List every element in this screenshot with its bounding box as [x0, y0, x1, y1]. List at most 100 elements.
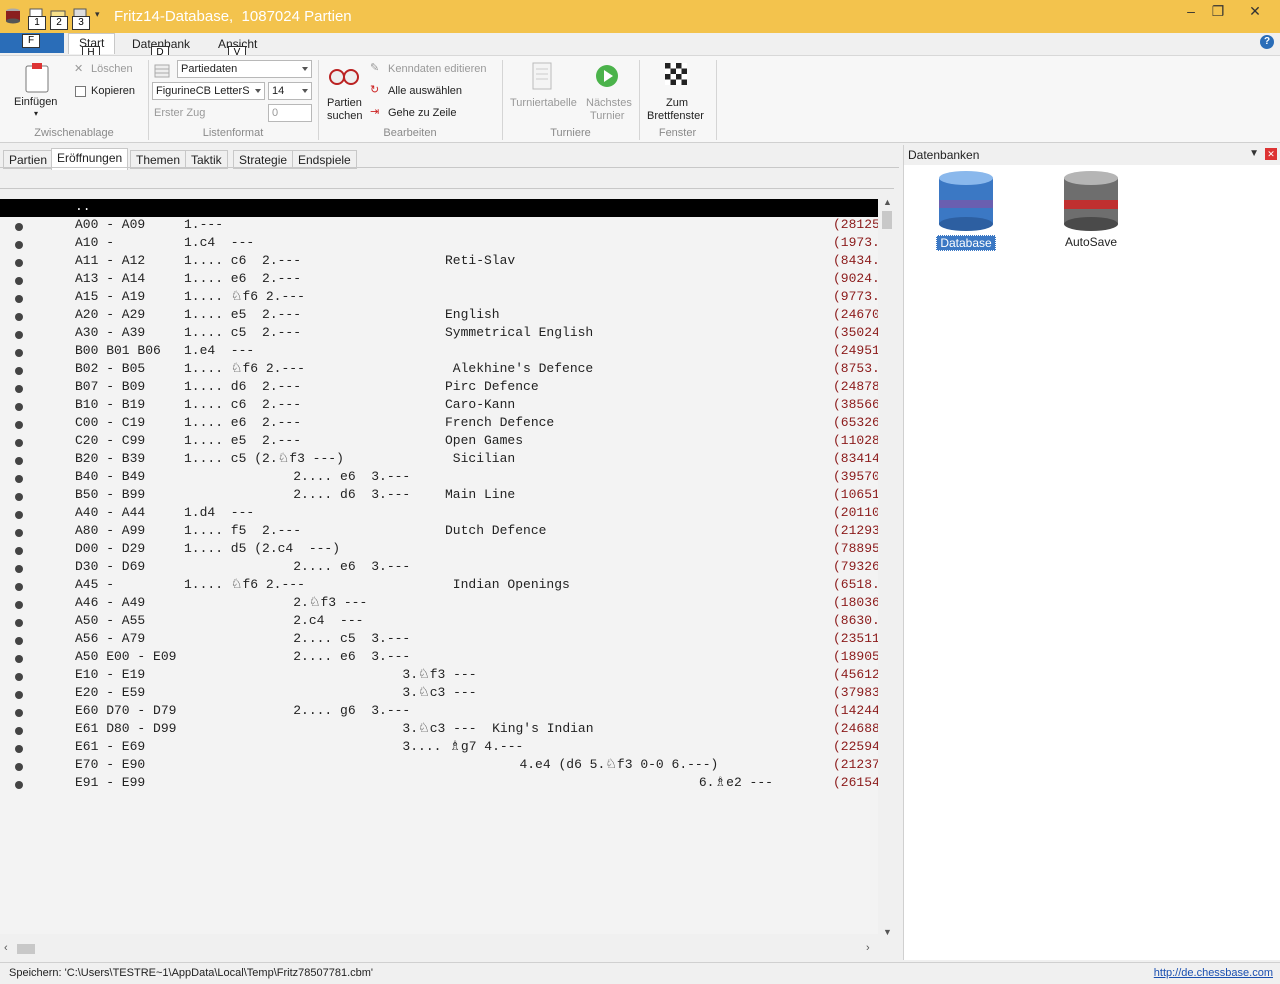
panel-close-icon[interactable]: ✕: [1265, 148, 1277, 160]
to-board-label-1[interactable]: Zum: [666, 97, 688, 109]
list-item[interactable]: B00 B01 B06 1.e4 --- (24951: [0, 343, 878, 361]
list-item[interactable]: A13 - A14 1.... e6 2.--- (9024.: [0, 271, 878, 289]
eco-code: E91 - E99: [75, 775, 146, 790]
list-item[interactable]: B40 - B49 2.... e6 3.--- (39570: [0, 469, 878, 487]
font-combo[interactable]: FigurineCB LetterS: [152, 82, 265, 100]
scroll-right-icon[interactable]: ›: [866, 942, 870, 954]
list-item[interactable]: A80 - A99 1.... f5 2.--- Dutch Defence (212…: [0, 523, 878, 541]
help-icon[interactable]: ?: [1260, 35, 1274, 49]
game-count: (23511: [833, 631, 878, 646]
eco-code: A50 E00 - E09: [75, 649, 177, 664]
list-item[interactable]: A30 - A39 1.... c5 2.--- Symmetrical Engli…: [0, 325, 878, 343]
list-item[interactable]: E10 - E19 3.♘f3 --- (45612: [0, 667, 878, 685]
list-item[interactable]: A10 - 1.c4 --- (1973.: [0, 235, 878, 253]
view-combo[interactable]: Partiedaten: [177, 60, 312, 78]
list-item[interactable]: A40 - A44 1.d4 --- (20110: [0, 505, 878, 523]
eco-code: A30 - A39: [75, 325, 146, 340]
list-item[interactable]: A15 - A19 1.... ♘f6 2.--- (9773.: [0, 289, 878, 307]
list-item[interactable]: A20 - A29 1.... e5 2.--- English (24670: [0, 307, 878, 325]
vertical-scroll-thumb[interactable]: [882, 211, 892, 229]
list-item[interactable]: D30 - D69 2.... e6 3.--- (79326: [0, 559, 878, 577]
quick-access-dropdown-icon[interactable]: ▾: [95, 9, 100, 20]
game-count: (21293: [833, 523, 878, 538]
opening-name: Reti-Slav: [445, 253, 516, 268]
chessboard-icon[interactable]: [665, 63, 687, 85]
close-button[interactable]: ✕: [1240, 2, 1270, 22]
list-item[interactable]: E91 - E99 6.♗e2 --- (26154: [0, 775, 878, 793]
copy-checkbox[interactable]: [75, 86, 86, 97]
first-move-spinner[interactable]: 0: [268, 104, 312, 122]
list-item[interactable]: E20 - E59 3.♘c3 --- (37983: [0, 685, 878, 703]
tournament-table-button[interactable]: Turniertabelle: [510, 97, 577, 109]
search-games-icon[interactable]: [328, 64, 360, 90]
list-header-row[interactable]: ..: [0, 199, 878, 217]
list-item[interactable]: B02 - B05 1.... ♘f6 2.--- Alekhine's Defe…: [0, 361, 878, 379]
move-sequence: 1.... c5 (2.♘f3 ---): [184, 451, 344, 466]
list-item[interactable]: A45 - 1.... ♘f6 2.--- Indian Openings (651…: [0, 577, 878, 595]
to-board-label-2[interactable]: Brettfenster: [647, 110, 704, 122]
eco-code: B00 B01 B06: [75, 343, 161, 358]
vertical-scrollbar[interactable]: ▲ ▼: [880, 197, 894, 939]
paste-dropdown-icon[interactable]: ▾: [34, 109, 38, 118]
database-item-database[interactable]: Database: [934, 170, 998, 251]
database-app-icon[interactable]: [4, 7, 22, 25]
list-item[interactable]: D00 - D29 1.... d5 (2.c4 ---) (78895: [0, 541, 878, 559]
scroll-up-icon[interactable]: ▲: [883, 197, 892, 207]
opening-tree-list[interactable]: .. A00 - A09 1.--- (28125 A10 - 1.c4 --- (197…: [0, 199, 878, 934]
list-item[interactable]: E61 - E69 3.... ♗g7 4.--- (22594: [0, 739, 878, 757]
tournament-table-icon[interactable]: [531, 62, 553, 90]
next-tournament-label-2[interactable]: Turnier: [590, 110, 624, 122]
chessbase-link[interactable]: http://de.chessbase.com: [1154, 967, 1273, 979]
search-games-label-1[interactable]: Partien: [327, 97, 362, 109]
bullet-icon: [15, 385, 23, 393]
search-games-label-2[interactable]: suchen: [327, 110, 362, 122]
size-combo[interactable]: 14: [268, 82, 312, 100]
list-item[interactable]: A00 - A09 1.--- (28125: [0, 217, 878, 235]
horizontal-scrollbar[interactable]: ‹ ›: [0, 942, 880, 956]
list-item[interactable]: C00 - C19 1.... e6 2.--- French Defence (65…: [0, 415, 878, 433]
clipboard-icon[interactable]: [24, 62, 50, 94]
next-tournament-label-1[interactable]: Nächstes: [586, 97, 632, 109]
select-all-button[interactable]: Alle auswählen: [388, 85, 462, 97]
divider: [0, 188, 894, 189]
list-item[interactable]: A50 E00 - E09 2.... e6 3.--- (18905: [0, 649, 878, 667]
move-sequence: 1.... ♘f6 2.---: [184, 361, 305, 376]
bullet-icon: [15, 403, 23, 411]
opening-name: Caro-Kann: [445, 397, 516, 412]
list-item[interactable]: C20 - C99 1.... e5 2.--- Open Games (11028: [0, 433, 878, 451]
paste-button[interactable]: Einfügen: [14, 96, 57, 108]
list-item[interactable]: A50 - A55 2.c4 --- (8630.: [0, 613, 878, 631]
next-tournament-icon[interactable]: [595, 64, 619, 88]
list-item[interactable]: A56 - A79 2.... c5 3.--- (23511: [0, 631, 878, 649]
bullet-icon: [15, 349, 23, 357]
database-item-autosave[interactable]: AutoSave: [1059, 170, 1123, 249]
game-count: (14244: [833, 703, 878, 718]
copy-button[interactable]: Kopieren: [91, 85, 135, 97]
bullet-icon: [15, 781, 23, 789]
file-tab[interactable]: F: [0, 33, 64, 53]
list-item[interactable]: B07 - B09 1.... d6 2.--- Pirc Defence (2487…: [0, 379, 878, 397]
eco-code: E20 - E59: [75, 685, 146, 700]
list-item[interactable]: E61 D80 - D99 3.♘c3 --- King's Indian (24…: [0, 721, 878, 739]
horizontal-scroll-thumb[interactable]: [17, 944, 35, 954]
delete-icon: ✕: [74, 63, 84, 75]
list-item[interactable]: A11 - A12 1.... c6 2.--- Reti-Slav (8434.: [0, 253, 878, 271]
edit-key-data-button[interactable]: Kenndaten editieren: [388, 63, 486, 75]
databases-panel: Datenbanken ▼ ✕ Database AutoSave: [903, 145, 1280, 960]
scroll-left-icon[interactable]: ‹: [4, 942, 8, 954]
list-item[interactable]: B20 - B39 1.... c5 (2.♘f3 ---) Sicilian (8…: [0, 451, 878, 469]
list-item[interactable]: B50 - B99 2.... d6 3.--- Main Line (10651: [0, 487, 878, 505]
minimize-button[interactable]: ‒: [1176, 2, 1206, 22]
delete-button[interactable]: Löschen: [91, 63, 133, 75]
game-count: (18036: [833, 595, 878, 610]
list-item[interactable]: E70 - E90 4.e4 (d6 5.♘f3 0-0 6.---) (2123…: [0, 757, 878, 775]
list-item[interactable]: B10 - B19 1.... c6 2.--- Caro-Kann (38566: [0, 397, 878, 415]
restore-button[interactable]: ❐: [1203, 2, 1233, 22]
move-sequence: 1.... e5 2.---: [184, 307, 302, 322]
goto-line-button[interactable]: Gehe zu Zeile: [388, 107, 456, 119]
list-item[interactable]: E60 D70 - D79 2.... g6 3.--- (14244: [0, 703, 878, 721]
chevron-down-icon: [302, 89, 308, 93]
list-item[interactable]: A46 - A49 2.♘f3 --- (18036: [0, 595, 878, 613]
scroll-down-icon[interactable]: ▼: [883, 927, 892, 937]
panel-dropdown-icon[interactable]: ▼: [1249, 148, 1259, 159]
